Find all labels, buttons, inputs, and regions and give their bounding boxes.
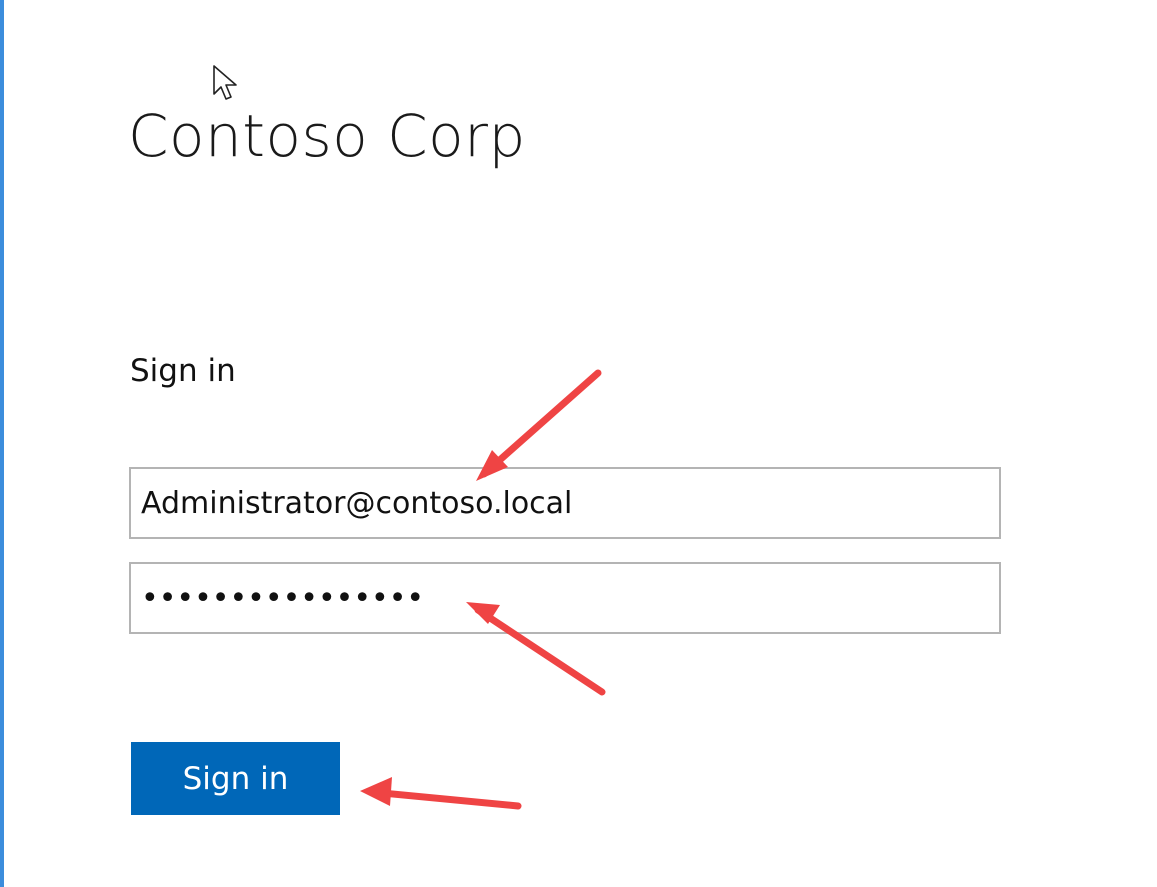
sign-in-heading: Sign in xyxy=(130,353,236,389)
arrow-to-sign-in-button xyxy=(368,788,522,810)
sign-in-page: Contoso Corp Sign in Sign in xyxy=(0,0,1157,887)
window-edge xyxy=(0,0,4,887)
company-name: Contoso Corp xyxy=(128,102,526,170)
username-input[interactable] xyxy=(129,467,1001,539)
arrow-to-username xyxy=(480,369,602,478)
sign-in-button[interactable]: Sign in xyxy=(131,742,340,815)
password-input[interactable] xyxy=(129,562,1001,634)
arrow-to-sign-in-button-head xyxy=(360,777,392,806)
